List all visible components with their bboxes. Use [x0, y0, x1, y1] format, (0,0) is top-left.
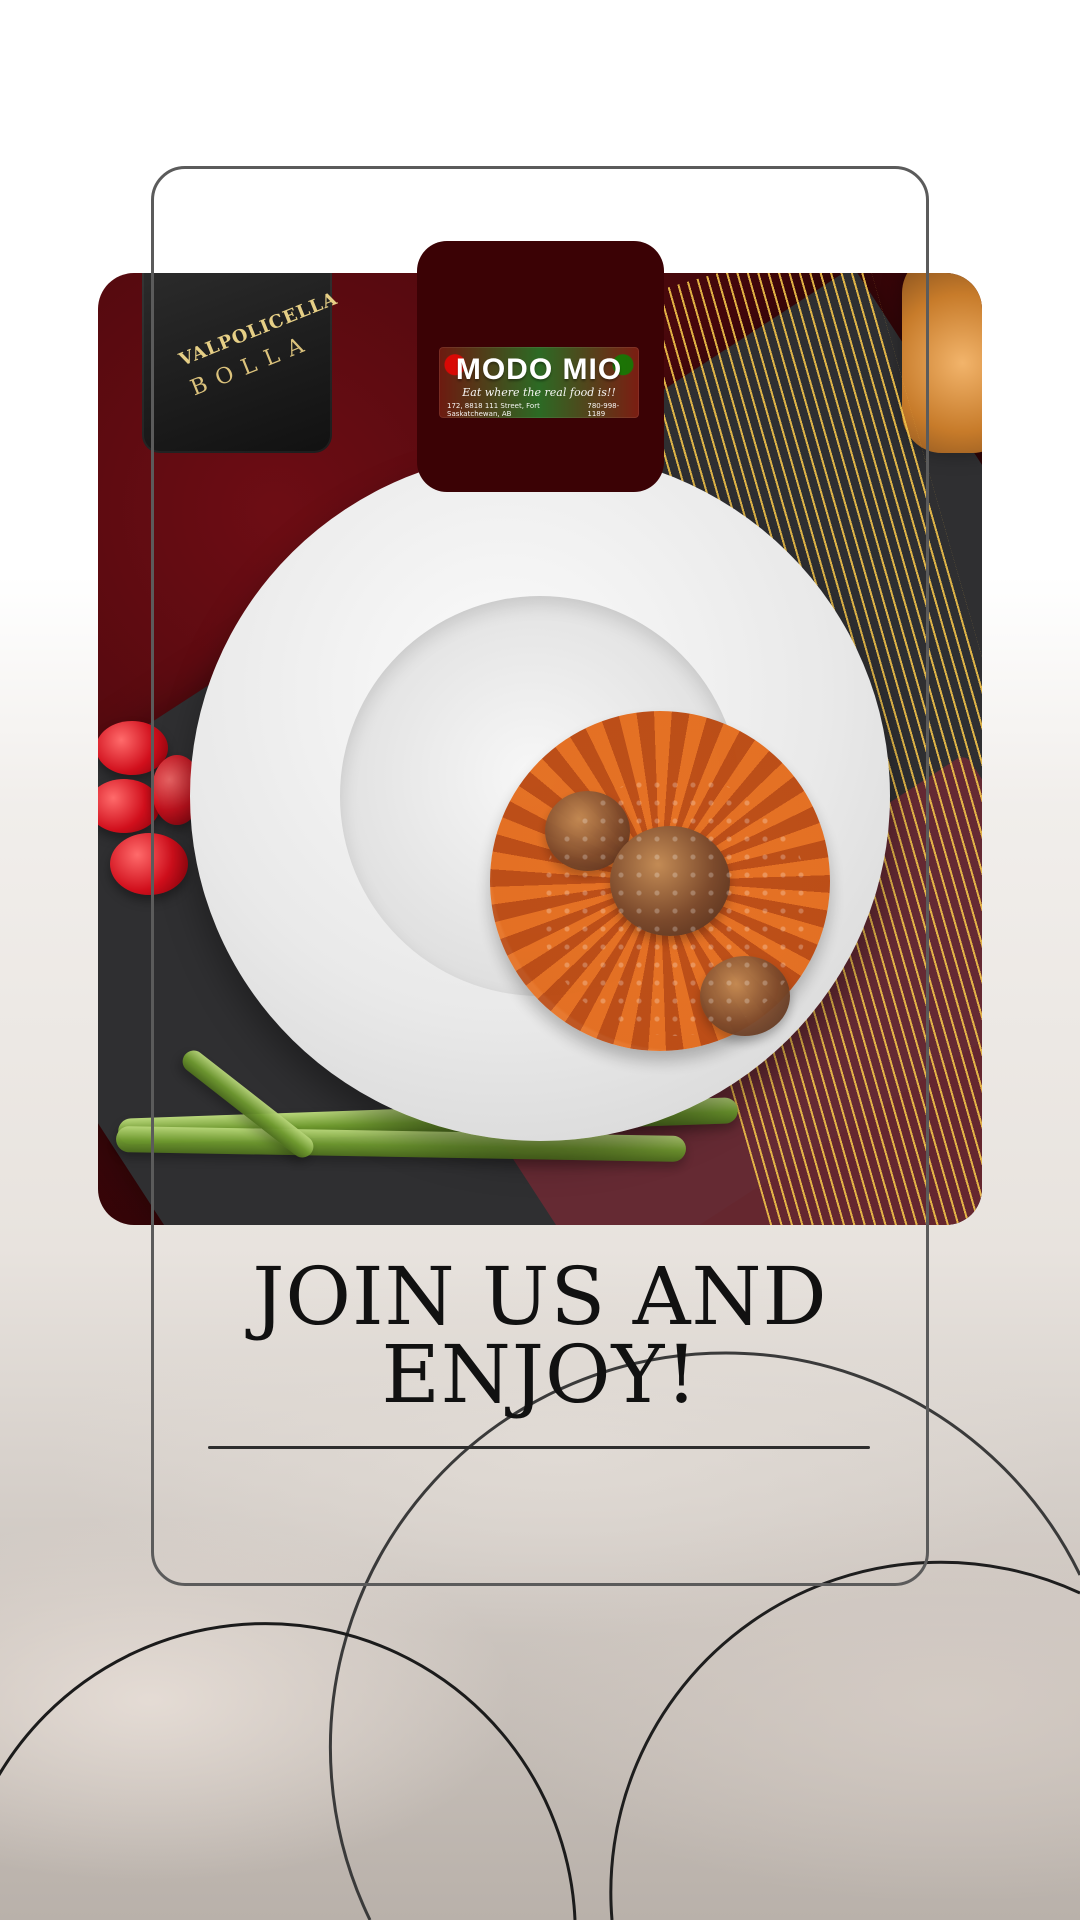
- logo-badge: MODO MIO Eat where the real food is!! 17…: [417, 241, 664, 492]
- brand-logo-footer: 172, 8818 111 Street, Fort Saskatchewan,…: [447, 402, 631, 418]
- brand-logo-address: 172, 8818 111 Street, Fort Saskatchewan,…: [447, 402, 540, 418]
- brand-logo-phone: 780-998-1189: [587, 402, 620, 418]
- headline-line1: JOIN US AND: [252, 1250, 828, 1343]
- headline: JOIN US AND ENJOY!: [151, 1250, 929, 1421]
- brand-logo-title: MODO MIO: [455, 353, 623, 386]
- brand-logo-tagline: Eat where the real food is!!: [462, 386, 616, 399]
- brand-logo: MODO MIO Eat where the real food is!! 17…: [439, 347, 639, 418]
- headline-line2: ENJOY!: [381, 1328, 699, 1421]
- divider: [208, 1446, 870, 1449]
